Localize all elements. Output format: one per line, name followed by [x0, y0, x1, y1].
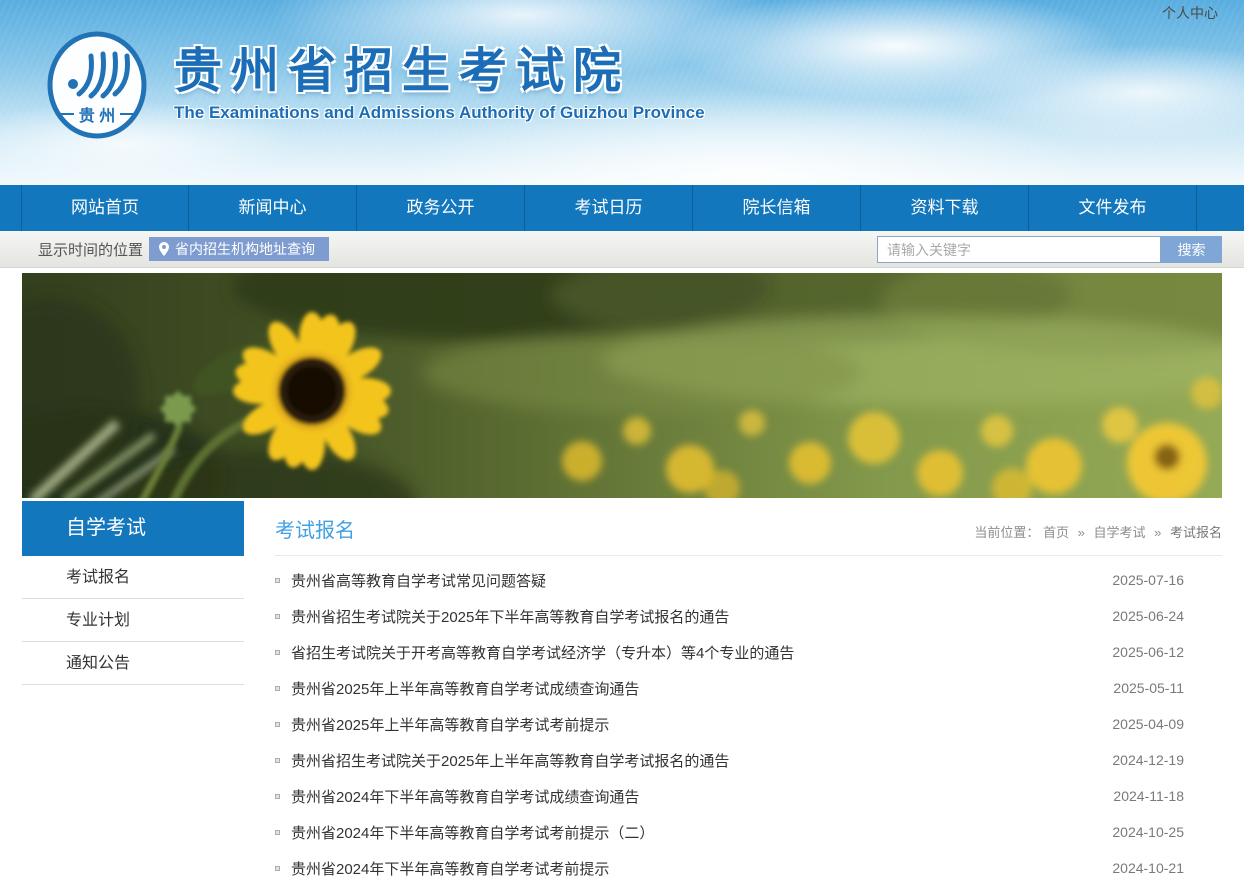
- site-header: 个人中心 贵 州 贵州省招生考试院 The Examinations and A…: [0, 0, 1244, 185]
- main-nav: 网站首页 新闻中心 政务公开 考试日历 院长信箱 资料下载 文件发布: [0, 185, 1244, 231]
- article-link[interactable]: 贵州省2024年下半年高等教育自学考试成绩查询通告: [291, 786, 1093, 807]
- article-list: 贵州省高等教育自学考试常见问题答疑 2025-07-16 贵州省招生考试院关于2…: [275, 562, 1222, 881]
- content-panel: 考试报名 当前位置： 首页 » 自学考试 » 考试报名 贵州省高等教育自学考试常…: [275, 501, 1222, 881]
- search-bar: 搜索: [877, 236, 1222, 263]
- list-item: 贵州省招生考试院关于2025年上半年高等教育自学考试报名的通告 2024-12-…: [275, 742, 1184, 778]
- nav-item-home[interactable]: 网站首页: [21, 185, 189, 231]
- article-date: 2025-04-09: [1112, 716, 1184, 732]
- article-date: 2025-06-24: [1112, 608, 1184, 624]
- article-link[interactable]: 贵州省2025年上半年高等教育自学考试考前提示: [291, 714, 1092, 735]
- content-header: 考试报名 当前位置： 首页 » 自学考试 » 考试报名: [275, 501, 1222, 556]
- location-query-label: 省内招生机构地址查询: [175, 239, 315, 259]
- nav-item-director-mailbox[interactable]: 院长信箱: [693, 185, 861, 231]
- page-title: 考试报名: [275, 514, 355, 543]
- article-link[interactable]: 贵州省招生考试院关于2025年上半年高等教育自学考试报名的通告: [291, 750, 1092, 771]
- article-date: 2025-06-12: [1112, 644, 1184, 660]
- article-date: 2024-10-25: [1112, 824, 1184, 840]
- bullet-icon: [275, 830, 280, 835]
- search-input[interactable]: [877, 236, 1161, 263]
- nav-item-downloads[interactable]: 资料下载: [861, 185, 1029, 231]
- sidebar: 自学考试 考试报名 专业计划 通知公告: [22, 501, 244, 685]
- nav-item-exam-calendar[interactable]: 考试日历: [525, 185, 693, 231]
- logo-area: 贵 州 贵州省招生考试院 The Examinations and Admiss…: [46, 30, 705, 142]
- nav-item-gov-affairs[interactable]: 政务公开: [357, 185, 525, 231]
- bullet-icon: [275, 866, 280, 871]
- bullet-icon: [275, 614, 280, 619]
- bullet-icon: [275, 578, 280, 583]
- bullet-icon: [275, 650, 280, 655]
- list-item: 贵州省2025年上半年高等教育自学考试考前提示 2025-04-09: [275, 706, 1184, 742]
- article-date: 2025-07-16: [1112, 572, 1184, 588]
- breadcrumb: 当前位置： 首页 » 自学考试 » 考试报名: [974, 522, 1222, 543]
- sidebar-item-exam-registration[interactable]: 考试报名: [22, 556, 244, 599]
- sidebar-title: 自学考试: [22, 501, 244, 556]
- nav-item-documents[interactable]: 文件发布: [1029, 185, 1197, 231]
- article-date: 2025-05-11: [1113, 680, 1184, 696]
- nav-item-news[interactable]: 新闻中心: [189, 185, 357, 231]
- breadcrumb-home[interactable]: 首页: [1043, 525, 1069, 540]
- datetime-label: 显示时间的位置: [38, 239, 143, 260]
- list-item: 贵州省招生考试院关于2025年下半年高等教育自学考试报名的通告 2025-06-…: [275, 598, 1184, 634]
- article-link[interactable]: 贵州省2025年上半年高等教育自学考试成绩查询通告: [291, 678, 1093, 699]
- list-item: 贵州省2025年上半年高等教育自学考试成绩查询通告 2025-05-11: [275, 670, 1184, 706]
- bullet-icon: [275, 794, 280, 799]
- site-logo-icon: 贵 州: [46, 30, 148, 142]
- article-link[interactable]: 贵州省高等教育自学考试常见问题答疑: [291, 570, 1092, 591]
- site-subtitle: The Examinations and Admissions Authorit…: [174, 103, 705, 123]
- personal-center-link[interactable]: 个人中心: [1162, 3, 1218, 23]
- breadcrumb-separator: »: [1154, 525, 1161, 540]
- sidebar-item-major-plan[interactable]: 专业计划: [22, 599, 244, 642]
- logo-text: 贵 州: [79, 106, 115, 125]
- location-query-button[interactable]: 省内招生机构地址查询: [149, 237, 329, 261]
- bullet-icon: [275, 722, 280, 727]
- article-link[interactable]: 贵州省2024年下半年高等教育自学考试考前提示（二）: [291, 822, 1092, 843]
- search-button[interactable]: 搜索: [1161, 236, 1222, 263]
- breadcrumb-label: 当前位置：: [974, 525, 1039, 540]
- sidebar-item-notices[interactable]: 通知公告: [22, 642, 244, 685]
- main-area: 自学考试 考试报名 专业计划 通知公告 考试报名 当前位置： 首页 » 自学考试…: [22, 501, 1222, 881]
- breadcrumb-section[interactable]: 自学考试: [1093, 525, 1145, 540]
- sunflower-banner-graphic: [22, 273, 1222, 498]
- list-item: 省招生考试院关于开考高等教育自学考试经济学（专升本）等4个专业的通告 2025-…: [275, 634, 1184, 670]
- location-pin-icon: [159, 242, 169, 256]
- site-identity: 贵州省招生考试院 The Examinations and Admissions…: [174, 30, 705, 142]
- list-item: 贵州省高等教育自学考试常见问题答疑 2025-07-16: [275, 562, 1184, 598]
- article-date: 2024-10-21: [1112, 860, 1184, 876]
- site-title: 贵州省招生考试院: [174, 46, 705, 99]
- banner-image: [22, 273, 1222, 498]
- bullet-icon: [275, 758, 280, 763]
- breadcrumb-separator: »: [1078, 525, 1085, 540]
- article-link[interactable]: 省招生考试院关于开考高等教育自学考试经济学（专升本）等4个专业的通告: [291, 642, 1092, 663]
- list-item: 贵州省2024年下半年高等教育自学考试考前提示（二） 2024-10-25: [275, 814, 1184, 850]
- article-link[interactable]: 贵州省2024年下半年高等教育自学考试考前提示: [291, 858, 1092, 879]
- article-link[interactable]: 贵州省招生考试院关于2025年下半年高等教育自学考试报名的通告: [291, 606, 1092, 627]
- breadcrumb-current: 考试报名: [1170, 525, 1222, 540]
- bullet-icon: [275, 686, 280, 691]
- article-date: 2024-12-19: [1112, 752, 1184, 768]
- article-date: 2024-11-18: [1113, 788, 1184, 804]
- list-item: 贵州省2024年下半年高等教育自学考试成绩查询通告 2024-11-18: [275, 778, 1184, 814]
- sub-toolbar: 显示时间的位置 省内招生机构地址查询 搜索: [0, 231, 1244, 268]
- list-item: 贵州省2024年下半年高等教育自学考试考前提示 2024-10-21: [275, 850, 1184, 881]
